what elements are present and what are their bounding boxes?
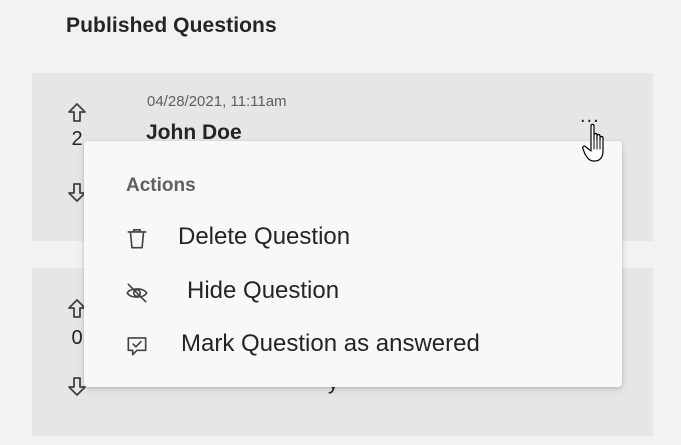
mark-answered-item[interactable]: Mark Question as answered: [84, 323, 622, 371]
eye-off-icon: [126, 283, 148, 303]
delete-question-item[interactable]: Delete Question: [84, 216, 622, 264]
menu-header: Actions: [126, 175, 196, 196]
hide-question-label: Hide Question: [187, 277, 340, 304]
hand-cursor-icon: [582, 123, 604, 162]
chat-check-icon: [127, 337, 147, 356]
question-timestamp: 04/28/2021, 11:11am: [147, 93, 287, 110]
mark-answered-label: Mark Question as answered: [181, 330, 480, 357]
upvote-arrow-icon[interactable]: [65, 101, 89, 125]
hide-question-item[interactable]: Hide Question: [84, 270, 622, 318]
delete-question-label: Delete Question: [178, 223, 351, 250]
section-title: Published Questions: [66, 14, 277, 37]
actions-menu: Actions Delete Question Hide Question Ma…: [84, 141, 622, 387]
trash-icon: [127, 228, 147, 249]
